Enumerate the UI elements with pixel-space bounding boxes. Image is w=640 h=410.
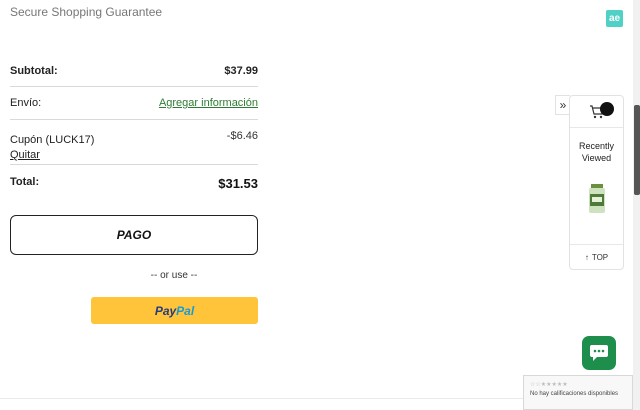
back-to-top-button[interactable]: ↑ TOP: [570, 244, 623, 269]
chat-bubble-icon: [590, 345, 608, 361]
arrow-up-icon: ↑: [584, 252, 589, 262]
side-panel: Recently Viewed ↑ TOP: [569, 95, 624, 270]
paypal-button[interactable]: Pay Pal: [91, 297, 258, 324]
order-summary: Subtotal: $37.99 Envío: Agregar informac…: [10, 55, 258, 200]
reviews-badge[interactable]: ☆☆★★★★★ No hay calificaciones disponible…: [523, 375, 633, 410]
paypal-logo-pal: Pal: [176, 303, 195, 318]
total-row: Total: $31.53: [10, 165, 258, 200]
paypal-logo-pay: Pay: [154, 303, 177, 318]
checkout-button[interactable]: PAGO: [10, 215, 258, 255]
recent-product-thumbnail[interactable]: [588, 184, 606, 214]
recently-viewed-label: Recently Viewed: [578, 141, 614, 163]
brand-badge-icon: ae: [606, 10, 623, 27]
subtotal-value: $37.99: [224, 65, 258, 77]
top-label: TOP: [591, 252, 609, 262]
remove-coupon-link[interactable]: Quitar: [10, 149, 94, 161]
secure-shopping-text: Secure Shopping Guarantee: [10, 5, 163, 19]
rating-stars-icon: ☆☆★★★★★: [530, 382, 568, 388]
no-reviews-text: No hay calificaciones disponibles: [530, 391, 619, 397]
total-value: $31.53: [218, 176, 258, 191]
coupon-info: Cupón (LUCK17) Quitar: [10, 130, 94, 161]
shipping-row: Envío: Agregar información: [10, 87, 258, 120]
subtotal-label: Subtotal:: [10, 65, 58, 77]
add-shipping-info-link[interactable]: Agregar información: [159, 97, 258, 109]
coupon-value: -$6.46: [226, 130, 258, 142]
page-scrollbar-track[interactable]: [633, 0, 640, 410]
coupon-label: Cupón (LUCK17): [10, 134, 95, 146]
cart-count-badge: [600, 102, 614, 116]
footer-divider: [0, 398, 523, 399]
cart-area: [570, 96, 623, 128]
collapse-panel-button[interactable]: »: [555, 95, 570, 115]
shipping-label: Envío:: [10, 97, 42, 109]
or-use-divider: -- or use --: [150, 270, 198, 281]
chat-button[interactable]: [582, 336, 616, 370]
subtotal-row: Subtotal: $37.99: [10, 55, 258, 87]
coupon-row: Cupón (LUCK17) Quitar -$6.46: [10, 120, 258, 165]
total-label: Total:: [10, 176, 40, 188]
page-scrollbar-thumb[interactable]: [634, 105, 640, 195]
